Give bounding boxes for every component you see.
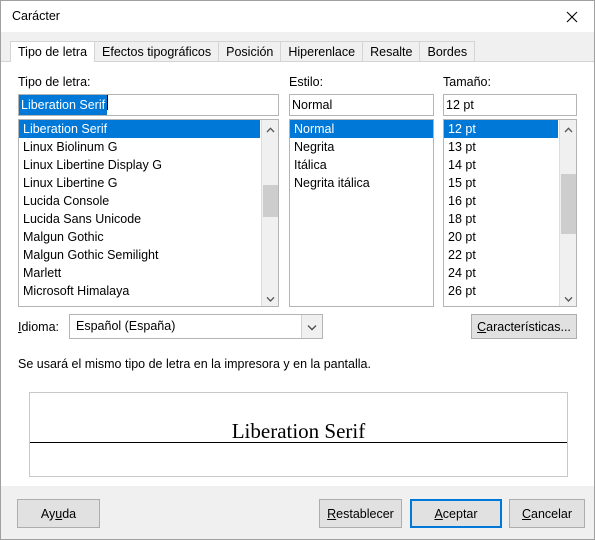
font-tab-page: Tipo de letra: Liberation Serif Liberati… [1,61,594,486]
font-list-scrollbar[interactable] [261,120,278,306]
style-list-items: Normal Negrita Itálica Negrita itálica [290,120,433,192]
reset-button-accel: R [327,506,337,521]
ok-button[interactable]: Aceptar [410,499,502,528]
help-button-post: da [62,506,77,521]
font-list-item[interactable]: Malgun Gothic [19,228,260,246]
dialog-title: Carácter [12,9,60,23]
cancel-button-accel: C [521,506,532,521]
font-list-item[interactable]: Linux Libertine Display G [19,156,260,174]
tab-posicion[interactable]: Posición [218,41,282,62]
font-name-input[interactable]: Liberation Serif [18,94,279,116]
font-list-item[interactable]: Lucida Console [19,192,260,210]
size-list-item[interactable]: 15 pt [444,174,558,192]
features-button-label: aracterísticas... [486,319,571,334]
tab-hiperenlace[interactable]: Hiperenlace [280,41,364,62]
reset-button[interactable]: Restablecer [319,499,402,528]
printer-screen-hint: Se usará el mismo tipo de letra en la im… [18,357,371,371]
scroll-up-button[interactable] [560,120,576,137]
size-list-scrollbar[interactable] [559,120,576,306]
chevron-up-icon [564,122,573,136]
character-dialog: Carácter Tipo de letra Efectos tipográfi… [0,0,595,540]
size-list[interactable]: 12 pt 13 pt 14 pt 15 pt 16 pt 18 pt 20 p… [443,119,577,307]
font-list-item[interactable]: Lucida Sans Unicode [19,210,260,228]
preview-text: Liberation Serif [231,419,366,443]
style-input[interactable]: Normal [289,94,434,116]
size-list-item[interactable]: 26 pt [444,282,558,300]
tab-bordes[interactable]: Bordes [419,41,476,62]
language-dropdown[interactable]: Español (España) [69,314,323,339]
close-icon [566,11,578,23]
style-list-item[interactable]: Normal [290,120,433,138]
size-label: Tamaño: [443,75,491,89]
style-input-value: Normal [292,98,333,112]
style-list-item[interactable]: Negrita [290,138,433,156]
chevron-down-icon [266,291,275,305]
chevron-down-icon [307,320,317,334]
style-list[interactable]: Normal Negrita Itálica Negrita itálica [289,119,434,307]
scroll-up-button[interactable] [262,120,278,137]
help-button[interactable]: Ayuda [17,499,100,528]
language-dropdown-arrow[interactable] [301,315,322,338]
font-preview: Liberation Serif [29,392,568,477]
font-list-item[interactable]: Linux Libertine G [19,174,260,192]
font-label: Tipo de letra: [18,75,91,89]
language-value: Español (España) [76,319,176,333]
font-name-input-value: Liberation Serif [19,95,108,115]
size-list-item[interactable]: 18 pt [444,210,558,228]
tab-resalte[interactable]: Resalte [362,41,421,62]
size-input-value: 12 pt [446,98,474,112]
features-button[interactable]: Características... [471,314,577,339]
tab-tipo-de-letra[interactable]: Tipo de letra [10,41,96,62]
text-caret [107,95,109,110]
font-list-item[interactable]: Malgun Gothic Semilight [19,246,260,264]
tab-list: Tipo de letra Efectos tipográficos Posic… [10,41,476,62]
font-list-item[interactable]: Linux Biolinum G [19,138,260,156]
size-input[interactable]: 12 pt [443,94,577,116]
tab-efectos-tipograficos[interactable]: Efectos tipográficos [94,41,220,62]
size-list-item[interactable]: 16 pt [444,192,558,210]
tab-strip: Tipo de letra Efectos tipográficos Posic… [1,32,594,62]
ok-button-accel: A [434,506,443,521]
font-list-item[interactable]: Liberation Serif [19,120,260,138]
size-list-item[interactable]: 22 pt [444,246,558,264]
features-button-accel: C [477,319,487,334]
size-list-item[interactable]: 24 pt [444,264,558,282]
style-list-item[interactable]: Itálica [290,156,433,174]
ok-button-label: ceptar [442,506,478,521]
size-list-item[interactable]: 12 pt [444,120,558,138]
font-list-item[interactable]: Marlett [19,264,260,282]
style-label: Estilo: [289,75,324,89]
font-list-item[interactable]: Microsoft Himalaya [19,282,260,300]
scroll-down-button[interactable] [560,289,576,306]
size-list-item[interactable]: 14 pt [444,156,558,174]
scroll-down-button[interactable] [262,289,278,306]
scroll-thumb[interactable] [263,185,278,217]
font-list[interactable]: Liberation Serif Linux Biolinum G Linux … [18,119,279,307]
style-list-item[interactable]: Negrita itálica [290,174,433,192]
font-list-items: Liberation Serif Linux Biolinum G Linux … [19,120,260,300]
title-bar: Carácter [1,1,594,32]
chevron-down-icon [564,291,573,305]
reset-button-label: establecer [336,506,394,521]
size-list-items: 12 pt 13 pt 14 pt 15 pt 16 pt 18 pt 20 p… [444,120,558,300]
language-label: Idioma: [18,320,59,334]
cancel-button-label: ancelar [531,506,573,521]
cancel-button[interactable]: Cancelar [509,499,585,528]
chevron-up-icon [266,122,275,136]
dialog-footer: Ayuda Restablecer Aceptar Cancelar [1,486,594,539]
help-button-pre: Ay [40,506,56,521]
close-button[interactable] [549,1,594,32]
scroll-thumb[interactable] [561,174,576,234]
size-list-item[interactable]: 20 pt [444,228,558,246]
size-list-item[interactable]: 13 pt [444,138,558,156]
language-label-rest: dioma: [21,320,60,334]
